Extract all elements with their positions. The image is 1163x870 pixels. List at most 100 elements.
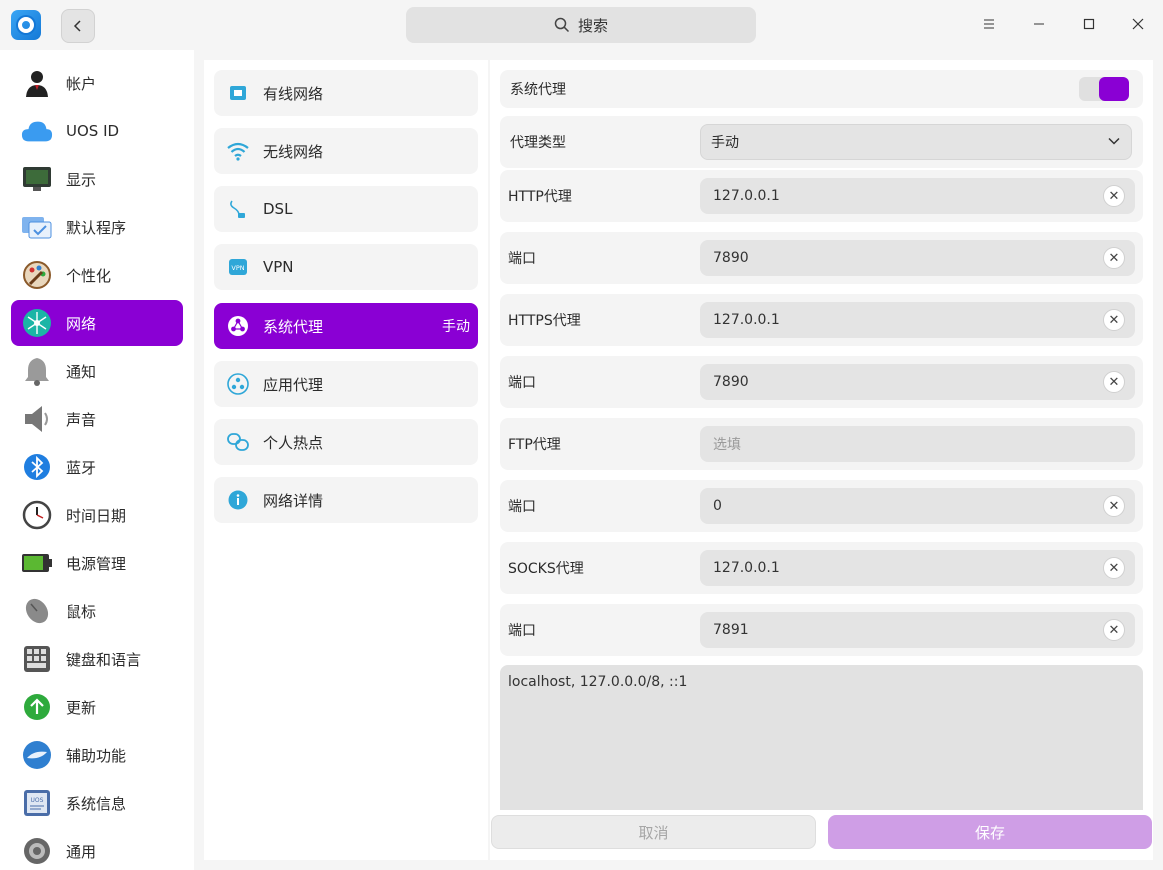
system-proxy-label: 系统代理 (510, 82, 566, 98)
sidebar-item-network[interactable]: 网络 (11, 300, 183, 346)
app-proxy-icon (226, 372, 250, 396)
clear-icon[interactable]: ✕ (1103, 371, 1125, 393)
sidebar-item-bluetooth[interactable]: 蓝牙 (11, 444, 183, 490)
system-proxy-toggle[interactable] (1079, 77, 1129, 101)
clear-icon[interactable]: ✕ (1103, 185, 1125, 207)
socks-proxy-row: SOCKS代理 127.0.0.1 ✕ (500, 542, 1143, 594)
palette-icon (21, 259, 53, 291)
proxy-mode-badge: 手动 (442, 319, 470, 335)
socks-proxy-label: SOCKS代理 (508, 561, 584, 577)
sidebar-item-keyboard[interactable]: 键盘和语言 (11, 636, 183, 682)
general-gear-icon (21, 835, 53, 867)
https-port-value: 7890 (713, 374, 749, 390)
ftp-port-input[interactable]: 0 ✕ (700, 488, 1135, 524)
cancel-button[interactable]: 取消 (491, 815, 816, 849)
network-item-wireless[interactable]: 无线网络 (214, 128, 478, 174)
http-proxy-row: HTTP代理 127.0.0.1 ✕ (500, 170, 1143, 222)
maximize-button[interactable] (1077, 12, 1101, 36)
http-proxy-input[interactable]: 127.0.0.1 ✕ (700, 178, 1135, 214)
network-item-label: 应用代理 (263, 375, 324, 394)
sidebar-item-uos-id[interactable]: UOS ID (11, 108, 183, 154)
socks-port-input[interactable]: 7891 ✕ (700, 612, 1135, 648)
http-port-value: 7890 (713, 250, 749, 266)
sidebar-item-power[interactable]: 电源管理 (11, 540, 183, 586)
sidebar-item-label: 电源管理 (66, 554, 127, 573)
clear-icon[interactable]: ✕ (1103, 619, 1125, 641)
socks-proxy-input[interactable]: 127.0.0.1 ✕ (700, 550, 1135, 586)
sidebar-item-sound[interactable]: 声音 (11, 396, 183, 442)
sidebar-item-display[interactable]: 显示 (11, 156, 183, 202)
socks-port-value: 7891 (713, 622, 749, 638)
battery-icon (21, 547, 53, 579)
ftp-proxy-input[interactable]: 选填 (700, 426, 1135, 462)
sidebar-item-general[interactable]: 通用 (11, 828, 183, 870)
menu-button[interactable] (977, 12, 1001, 36)
sidebar-item-label: 通知 (66, 362, 97, 381)
title-bar: 搜索 (0, 0, 1163, 50)
network-item-vpn[interactable]: VPN VPN (214, 244, 478, 290)
minimize-button[interactable] (1027, 12, 1051, 36)
sidebar-item-mouse[interactable]: 鼠标 (11, 588, 183, 634)
proxy-type-value: 手动 (711, 135, 739, 151)
clear-icon[interactable]: ✕ (1103, 247, 1125, 269)
monitor-icon (21, 163, 53, 195)
sidebar-item-update[interactable]: 更新 (11, 684, 183, 730)
socks-port-row: 端口 7891 ✕ (500, 604, 1143, 656)
user-account-icon (21, 67, 53, 99)
proxy-type-row: 代理类型 手动 (500, 116, 1143, 168)
bluetooth-icon (21, 451, 53, 483)
http-port-input[interactable]: 7890 ✕ (700, 240, 1135, 276)
http-proxy-value: 127.0.0.1 (713, 188, 780, 204)
network-item-system-proxy[interactable]: 系统代理 手动 (214, 303, 478, 349)
network-item-wired[interactable]: 有线网络 (214, 70, 478, 116)
sidebar-item-label: 系统信息 (66, 794, 127, 813)
ignore-hosts-textarea[interactable]: localhost, 127.0.0.0/8, ::1 (500, 665, 1143, 810)
network-submenu: 有线网络 无线网络 DSL VPN VPN 系统代理 手动 应用代理 个人热点 … (204, 60, 488, 860)
clear-icon[interactable]: ✕ (1103, 495, 1125, 517)
wifi-icon (226, 139, 250, 163)
sidebar-item-label: 通用 (66, 842, 97, 861)
proxy-type-label: 代理类型 (510, 135, 566, 151)
network-item-dsl[interactable]: DSL (214, 186, 478, 232)
search-icon (554, 17, 570, 33)
sidebar-item-notification[interactable]: 通知 (11, 348, 183, 394)
search-placeholder: 搜索 (577, 16, 608, 35)
cloud-icon (21, 115, 53, 147)
update-arrow-icon (21, 691, 53, 723)
socks-proxy-value: 127.0.0.1 (713, 560, 780, 576)
sidebar-item-label: 鼠标 (66, 602, 97, 621)
save-button[interactable]: 保存 (828, 815, 1152, 849)
system-info-icon: UOS (21, 787, 53, 819)
clear-icon[interactable]: ✕ (1103, 557, 1125, 579)
close-button[interactable] (1126, 12, 1150, 36)
network-item-details[interactable]: 网络详情 (214, 477, 478, 523)
sidebar-item-default-apps[interactable]: 默认程序 (11, 204, 183, 250)
network-item-label: 有线网络 (263, 84, 324, 103)
hamburger-menu-icon (984, 19, 994, 29)
minimize-icon (1034, 23, 1044, 25)
clock-icon (21, 499, 53, 531)
sidebar-item-system-info[interactable]: UOS 系统信息 (11, 780, 183, 826)
https-proxy-input[interactable]: 127.0.0.1 ✕ (700, 302, 1135, 338)
network-item-hotspot[interactable]: 个人热点 (214, 419, 478, 465)
https-proxy-label: HTTPS代理 (508, 313, 581, 329)
network-item-label: 系统代理 (263, 317, 324, 336)
search-input[interactable]: 搜索 (406, 7, 756, 43)
back-button[interactable] (61, 9, 95, 43)
ftp-port-label: 端口 (508, 499, 536, 515)
sidebar-item-datetime[interactable]: 时间日期 (11, 492, 183, 538)
http-proxy-label: HTTP代理 (508, 189, 572, 205)
wired-network-icon (226, 81, 250, 105)
sidebar-item-label: 显示 (66, 170, 97, 189)
sidebar-item-personalization[interactable]: 个性化 (11, 252, 183, 298)
sidebar-item-account[interactable]: 帐户 (11, 60, 183, 106)
sidebar-item-accessibility[interactable]: 辅助功能 (11, 732, 183, 778)
clear-icon[interactable]: ✕ (1103, 309, 1125, 331)
ftp-port-value: 0 (713, 498, 722, 514)
proxy-type-select[interactable]: 手动 (700, 124, 1132, 160)
https-port-input[interactable]: 7890 ✕ (700, 364, 1135, 400)
control-center-app-icon (11, 10, 41, 40)
network-item-app-proxy[interactable]: 应用代理 (214, 361, 478, 407)
sidebar-item-label: UOS ID (66, 122, 120, 140)
sidebar-item-label: 帐户 (66, 74, 97, 93)
